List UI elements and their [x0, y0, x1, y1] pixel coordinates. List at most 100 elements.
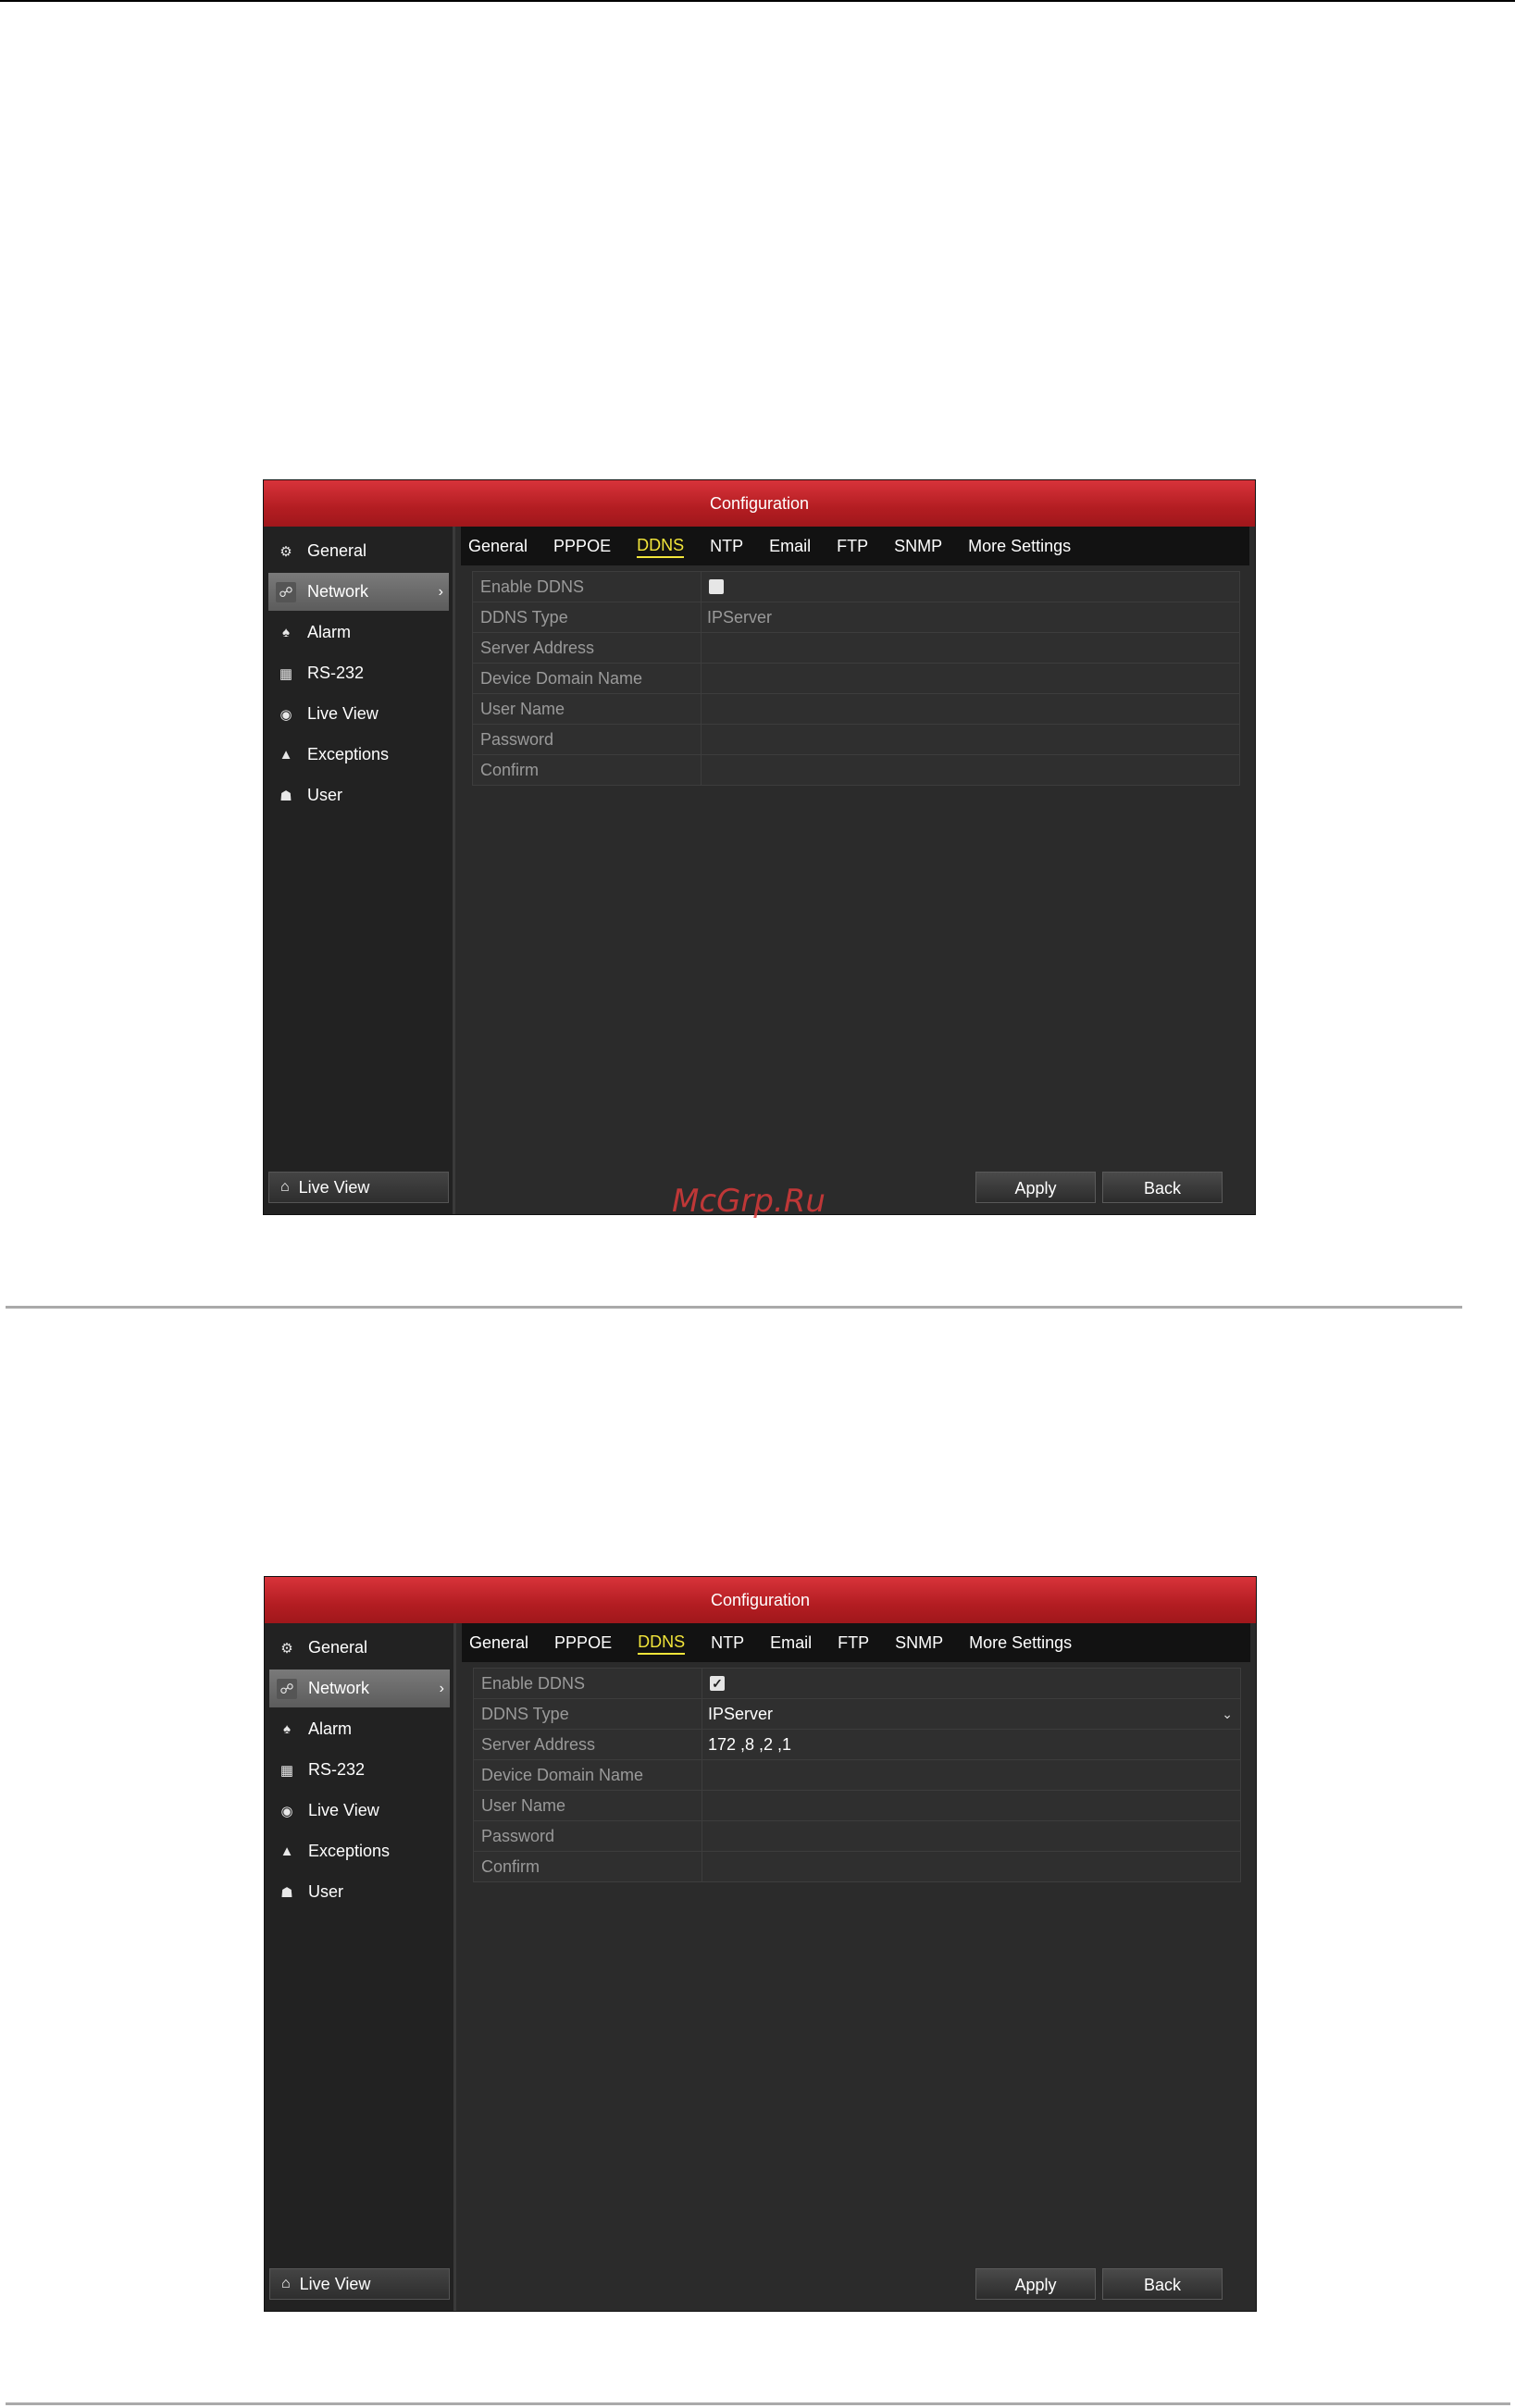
sidebar-item-alarm[interactable]: ♠ Alarm	[268, 614, 449, 652]
tab-ntp[interactable]: NTP	[710, 535, 743, 557]
chevron-right-icon: ›	[438, 583, 443, 600]
sidebar-item-label: Network	[307, 582, 369, 601]
apply-button[interactable]: Apply	[975, 2268, 1096, 2300]
password-row: Password	[473, 725, 1239, 755]
sidebar-item-exceptions[interactable]: ▲ Exceptions	[268, 736, 449, 774]
chevron-right-icon: ›	[439, 1680, 444, 1696]
sidebar-item-exceptions[interactable]: ▲ Exceptions	[269, 1832, 450, 1870]
configuration-window-1: Configuration ⚙ General ☍ Network › ♠ Al…	[263, 479, 1256, 1215]
device-domain-name-row: Device Domain Name	[474, 1760, 1240, 1791]
sidebar-item-label: Alarm	[308, 1719, 353, 1738]
confirm-label: Confirm	[474, 1852, 702, 1881]
device-domain-name-row: Device Domain Name	[473, 664, 1239, 694]
ddns-type-select[interactable]: IPServer	[702, 602, 1239, 632]
device-domain-name-field[interactable]	[702, 1760, 1240, 1790]
tab-ftp[interactable]: FTP	[837, 535, 868, 557]
users-icon: ☗	[280, 1884, 293, 1901]
password-label: Password	[474, 1821, 702, 1851]
ddns-type-label: DDNS Type	[473, 602, 702, 632]
sidebar-item-network[interactable]: ☍ Network ›	[269, 1669, 450, 1707]
confirm-row: Confirm	[474, 1852, 1240, 1881]
ddns-type-select[interactable]: IPServer ⌄	[702, 1699, 1240, 1729]
sidebar-item-live-view[interactable]: ◉ Live View	[268, 695, 449, 733]
server-address-label: Server Address	[473, 633, 702, 663]
tab-ddns[interactable]: DDNS	[637, 534, 685, 558]
enable-ddns-checkbox[interactable]	[709, 579, 724, 594]
enable-ddns-cell	[702, 572, 1239, 602]
server-address-row: Server Address 172 ,8 ,2 ,1	[474, 1730, 1240, 1760]
network-tabs: General PPPOE DDNS NTP Email FTP SNMP Mo…	[461, 527, 1249, 565]
sidebar-item-label: General	[308, 1638, 368, 1657]
live-view-button[interactable]: ⌂ Live View	[268, 1172, 449, 1203]
ddns-form: Enable DDNS ✓ DDNS Type IPServer ⌄ Serve…	[473, 1668, 1241, 1882]
home-icon: ⌂	[281, 2276, 291, 2291]
bell-icon: ♠	[283, 1721, 291, 1737]
gear-icon: ⚙	[280, 1640, 293, 1657]
apply-button[interactable]: Apply	[975, 1172, 1096, 1203]
tab-pppoe[interactable]: PPPOE	[553, 535, 611, 557]
confirm-row: Confirm	[473, 755, 1239, 785]
config-sidebar: ⚙ General ☍ Network › ♠ Alarm ▦ RS-232 ◉…	[264, 527, 455, 1214]
tab-ftp[interactable]: FTP	[838, 1632, 869, 1654]
user-name-row: User Name	[474, 1791, 1240, 1821]
sidebar-item-live-view[interactable]: ◉ Live View	[269, 1792, 450, 1830]
serial-port-icon: ▦	[279, 665, 293, 682]
page-top-rule	[0, 0, 1515, 2]
server-address-field[interactable]	[702, 633, 1239, 663]
live-view-button[interactable]: ⌂ Live View	[269, 2268, 450, 2300]
network-icon: ☍	[277, 1678, 297, 1699]
chevron-down-icon: ⌄	[1222, 1707, 1233, 1721]
sidebar-item-label: Live View	[307, 704, 379, 723]
tab-pppoe[interactable]: PPPOE	[554, 1632, 612, 1654]
tab-more-settings[interactable]: More Settings	[969, 1632, 1072, 1654]
sidebar-item-general[interactable]: ⚙ General	[268, 532, 449, 570]
sidebar-item-user[interactable]: ☗ User	[268, 776, 449, 814]
sidebar-item-rs232[interactable]: ▦ RS-232	[269, 1751, 450, 1789]
sidebar-item-rs232[interactable]: ▦ RS-232	[268, 654, 449, 692]
confirm-field[interactable]	[702, 755, 1239, 785]
user-name-label: User Name	[474, 1791, 702, 1820]
tab-email[interactable]: Email	[769, 535, 811, 557]
back-button[interactable]: Back	[1102, 1172, 1223, 1203]
page-bottom-rule	[6, 2402, 1510, 2405]
device-domain-name-label: Device Domain Name	[473, 664, 702, 693]
sidebar-item-user[interactable]: ☗ User	[269, 1873, 450, 1911]
sidebar-item-alarm[interactable]: ♠ Alarm	[269, 1710, 450, 1748]
users-icon: ☗	[279, 788, 292, 804]
password-row: Password	[474, 1821, 1240, 1852]
sidebar-item-network[interactable]: ☍ Network ›	[268, 573, 449, 611]
eye-icon: ◉	[280, 1803, 293, 1819]
password-field[interactable]	[702, 1821, 1240, 1851]
user-name-label: User Name	[473, 694, 702, 724]
enable-ddns-checkbox[interactable]: ✓	[710, 1676, 725, 1691]
tab-email[interactable]: Email	[770, 1632, 812, 1654]
back-button[interactable]: Back	[1102, 2268, 1223, 2300]
user-name-field[interactable]	[702, 1791, 1240, 1820]
tab-snmp[interactable]: SNMP	[894, 535, 942, 557]
tab-ntp[interactable]: NTP	[711, 1632, 744, 1654]
user-name-field[interactable]	[702, 694, 1239, 724]
enable-ddns-row: Enable DDNS ✓	[474, 1669, 1240, 1699]
bell-icon: ♠	[282, 625, 290, 640]
tab-ddns[interactable]: DDNS	[638, 1631, 686, 1655]
confirm-label: Confirm	[473, 755, 702, 785]
server-address-row: Server Address	[473, 633, 1239, 664]
sidebar-item-label: User	[308, 1882, 344, 1901]
ddns-type-value: IPServer	[708, 1705, 774, 1723]
sidebar-item-label: Live View	[308, 1801, 379, 1819]
sidebar-item-label: Network	[308, 1679, 370, 1697]
server-address-field[interactable]: 172 ,8 ,2 ,1	[702, 1730, 1240, 1759]
sidebar-item-label: User	[307, 786, 343, 804]
tab-snmp[interactable]: SNMP	[895, 1632, 943, 1654]
sidebar-item-label: Exceptions	[308, 1842, 391, 1860]
device-domain-name-field[interactable]	[702, 664, 1239, 693]
confirm-field[interactable]	[702, 1852, 1240, 1881]
window-title: Configuration	[264, 480, 1255, 527]
password-field[interactable]	[702, 725, 1239, 754]
tab-general[interactable]: General	[468, 535, 528, 557]
sidebar-item-general[interactable]: ⚙ General	[269, 1629, 450, 1667]
eye-icon: ◉	[279, 706, 292, 723]
home-icon: ⌂	[280, 1179, 290, 1195]
tab-general[interactable]: General	[469, 1632, 528, 1654]
tab-more-settings[interactable]: More Settings	[968, 535, 1071, 557]
